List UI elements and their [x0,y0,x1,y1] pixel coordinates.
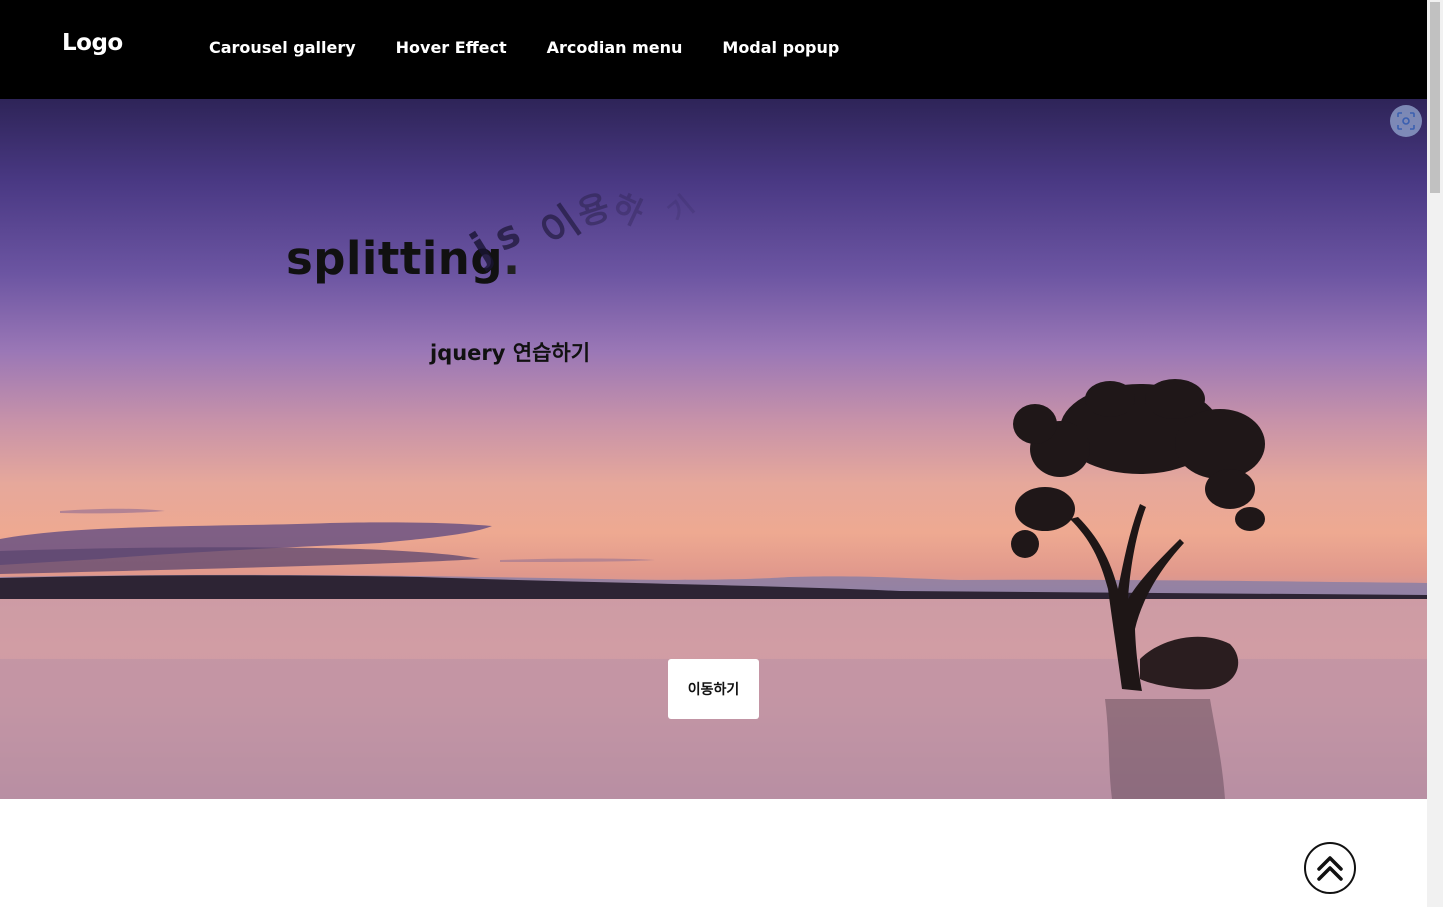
double-chevron-up-icon [1317,856,1343,881]
scroll-to-top-button[interactable] [1304,842,1356,894]
logo[interactable]: Logo [62,30,123,56]
site-header: Logo Carousel gallery Hover Effect Arcod… [0,0,1427,99]
scan-icon [1397,112,1415,130]
vertical-scrollbar[interactable] [1427,0,1443,907]
subtitle: jquery 연습하기 [430,341,591,365]
content-section [0,799,1427,907]
scan-button[interactable] [1390,105,1422,137]
nav-item-hover-effect[interactable]: Hover Effect [396,38,507,57]
move-button[interactable]: 이동하기 [668,659,759,719]
nav-item-modal-popup[interactable]: Modal popup [722,38,839,57]
scrollbar-thumb[interactable] [1430,2,1440,193]
hero-section: splitting. j s 이 용 하 기 jquery 연습하기 이동하기 [0,99,1427,799]
nav-item-carousel-gallery[interactable]: Carousel gallery [209,38,356,57]
nav-item-arcodian-menu[interactable]: Arcodian menu [547,38,683,57]
main-nav: Carousel gallery Hover Effect Arcodian m… [209,38,839,57]
